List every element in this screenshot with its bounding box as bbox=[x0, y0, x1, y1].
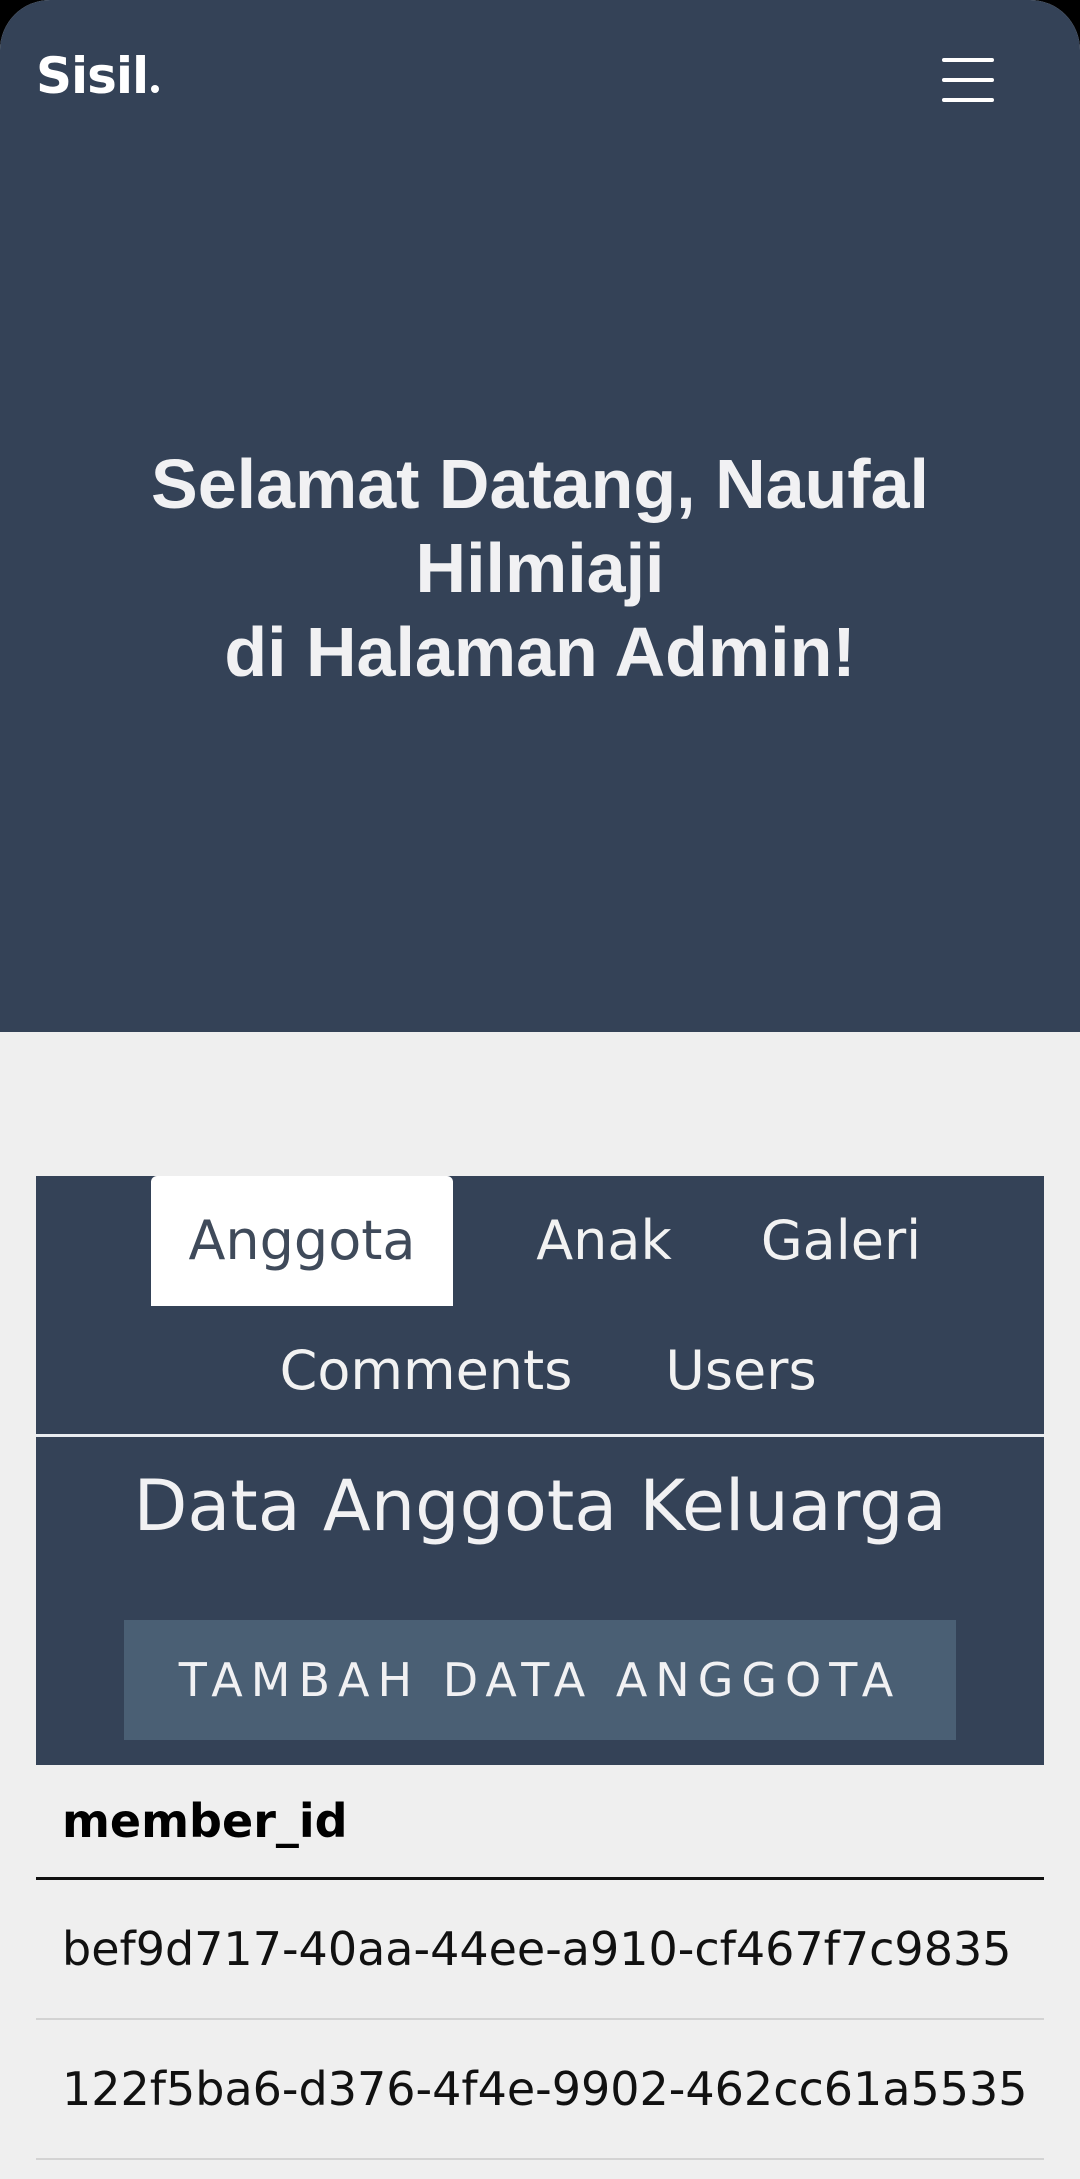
tab-galeri[interactable]: Galeri bbox=[726, 1176, 956, 1306]
menu-bar bbox=[942, 98, 994, 102]
tab-comments[interactable]: Comments bbox=[266, 1306, 586, 1436]
tab-users[interactable]: Users bbox=[626, 1306, 856, 1436]
add-member-button[interactable]: TAMBAH DATA ANGGOTA bbox=[124, 1620, 956, 1740]
hero-banner: Sisil Selamat Datang, Naufal Hilmiaji di… bbox=[0, 0, 1080, 1032]
tab-anggota[interactable]: Anggota bbox=[151, 1176, 453, 1306]
brand-logo[interactable]: Sisil bbox=[36, 46, 160, 106]
members-table: member_id bef9d717-40aa-44ee-a910-cf467f… bbox=[36, 1765, 1044, 2160]
hamburger-menu-icon[interactable] bbox=[932, 54, 1002, 110]
tab-bar: Anggota Anak Galeri Comments Users bbox=[36, 1176, 1044, 1434]
menu-bar bbox=[942, 58, 994, 62]
tab-anak[interactable]: Anak bbox=[486, 1176, 722, 1306]
tab-divider bbox=[36, 1434, 1044, 1437]
section-title: Data Anggota Keluarga bbox=[133, 1465, 947, 1547]
welcome-heading: Selamat Datang, Naufal Hilmiaji di Halam… bbox=[90, 442, 990, 694]
admin-screen: Sisil Selamat Datang, Naufal Hilmiaji di… bbox=[0, 0, 1080, 2179]
admin-panel: Anggota Anak Galeri Comments Users Data … bbox=[36, 1176, 1044, 1765]
brand-name: Sisil bbox=[36, 47, 149, 105]
brand-dot-icon bbox=[151, 85, 160, 93]
table-row[interactable]: 122f5ba6-d376-4f4e-9902-462cc61a5535 bbox=[36, 2020, 1044, 2160]
welcome-line-1: Selamat Datang, Naufal bbox=[151, 445, 929, 523]
column-header-member-id[interactable]: member_id bbox=[36, 1765, 1044, 1880]
table-row[interactable]: bef9d717-40aa-44ee-a910-cf467f7c9835 bbox=[36, 1880, 1044, 2020]
welcome-line-2: Hilmiaji bbox=[415, 529, 665, 607]
welcome-line-3: di Halaman Admin! bbox=[224, 613, 856, 691]
menu-bar bbox=[942, 78, 994, 82]
